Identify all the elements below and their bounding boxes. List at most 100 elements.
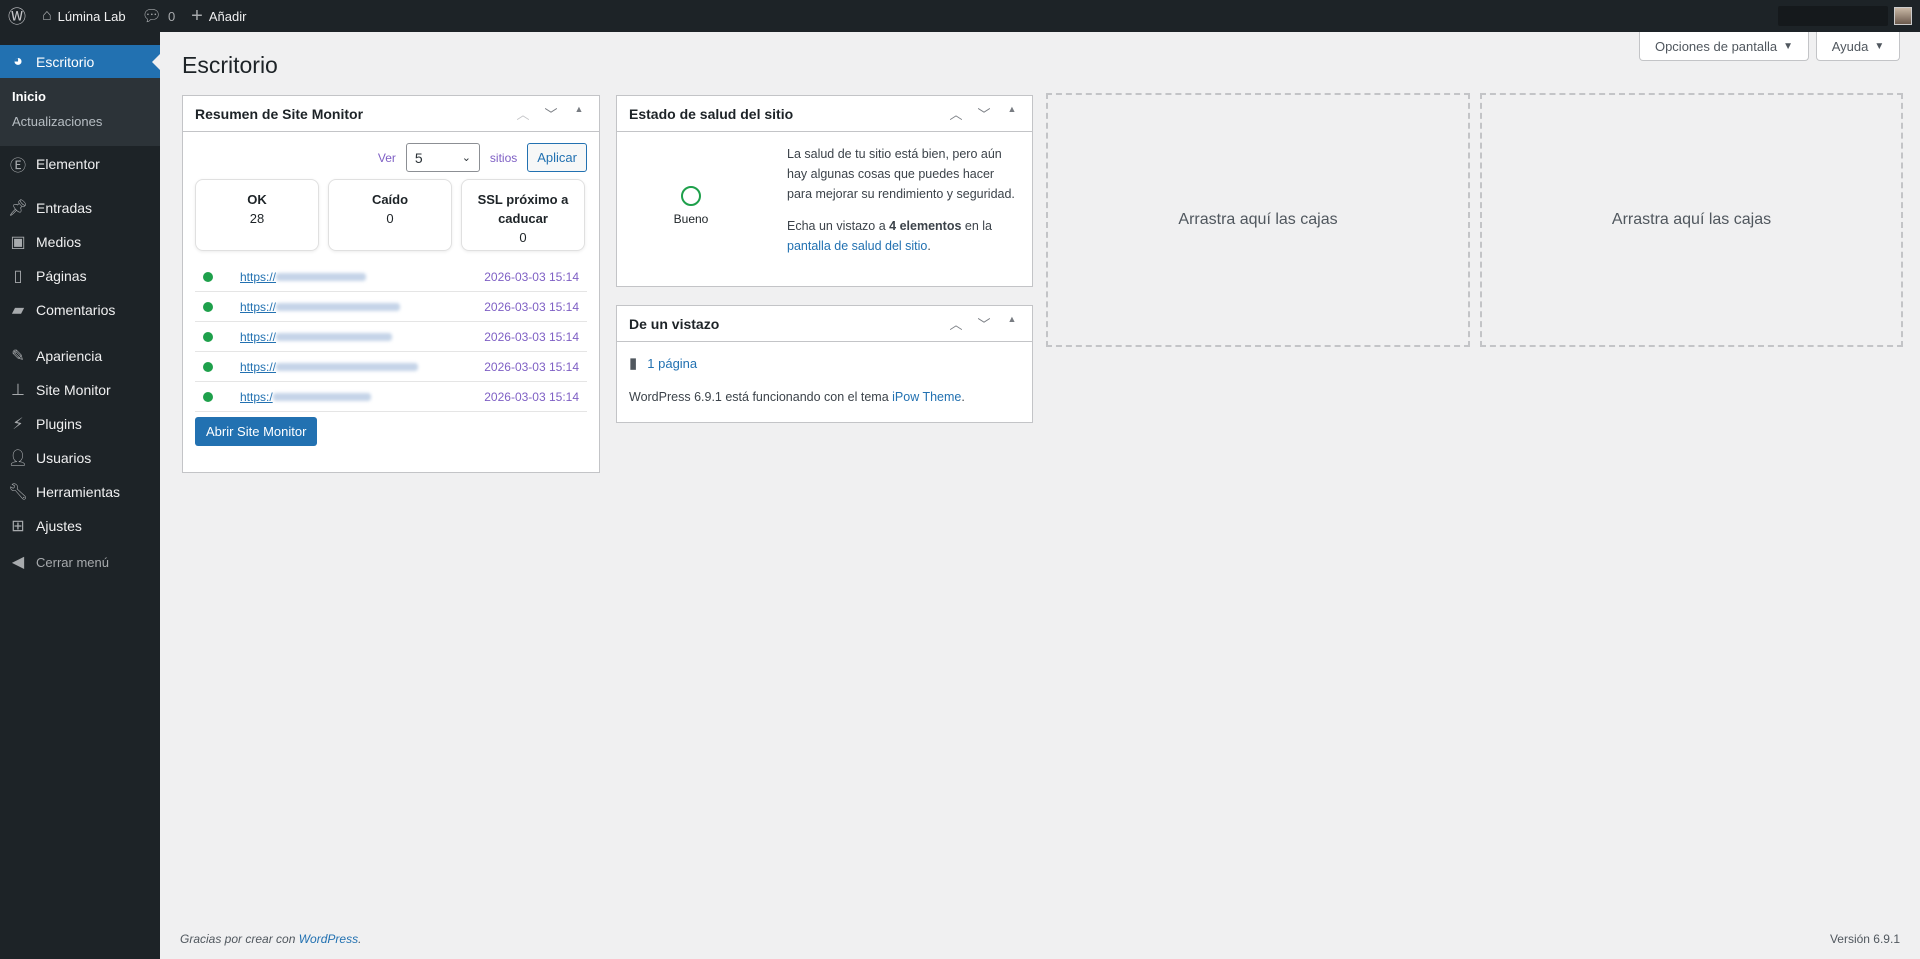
- add-new-label: Añadir: [208, 8, 247, 24]
- move-down-icon[interactable]: ﹀: [976, 314, 992, 333]
- stat-card-ok: OK 28: [195, 179, 319, 251]
- sidebar-item-label: Páginas: [36, 268, 87, 284]
- dashboard-icon: ◕: [13, 53, 23, 70]
- footer-text: Gracias por crear con: [180, 932, 299, 946]
- empty-drop-zone: Arrastra aquí las cajas: [1046, 93, 1470, 347]
- admin-bar: Ⓦ ⌂ Lúmina Lab 💬︎ 0 + Añadir: [0, 0, 1920, 32]
- last-check-time: 2026-03-03 15:14: [484, 329, 579, 344]
- submenu-actualizaciones[interactable]: Actualizaciones: [0, 109, 160, 134]
- site-url-link[interactable]: https://: [240, 330, 393, 344]
- elementor-icon: Ⓔ: [9, 158, 26, 175]
- sidebar-item-usuarios[interactable]: 👤︎ Usuarios: [0, 441, 160, 475]
- move-up-icon[interactable]: ︿: [948, 314, 964, 333]
- user-name[interactable]: [1778, 6, 1888, 26]
- sidebar-item-ajustes[interactable]: ⊞ Ajustes: [0, 509, 160, 543]
- caret-down-icon: ▼: [1874, 40, 1885, 52]
- move-up-icon[interactable]: ︿: [948, 104, 964, 123]
- caret-down-icon: ▼: [1783, 40, 1794, 52]
- comment-icon: ▰: [11, 302, 25, 319]
- toggle-panel-icon[interactable]: ▲: [1004, 314, 1020, 333]
- add-new-link[interactable]: + Añadir: [183, 0, 254, 32]
- site-url-link[interactable]: https://: [240, 360, 419, 374]
- pages-icon: ▯: [13, 268, 23, 285]
- help-button[interactable]: Ayuda ▼: [1816, 32, 1900, 61]
- site-url-link[interactable]: https:/: [240, 390, 371, 404]
- theme-link[interactable]: iPow Theme: [892, 390, 961, 404]
- wordpress-link[interactable]: WordPress: [299, 932, 358, 946]
- pages-icon: ▮: [629, 355, 638, 372]
- pin-icon: 📌︎: [7, 200, 29, 217]
- sites-label: sitios: [489, 150, 518, 165]
- user-icon: 👤︎: [7, 450, 29, 467]
- sites-count-select[interactable]: 5 ⌄: [405, 143, 480, 172]
- apply-button[interactable]: Aplicar: [527, 143, 587, 172]
- select-value: 5: [414, 149, 423, 166]
- move-up-icon[interactable]: ︿: [515, 104, 531, 123]
- brush-icon: ✎: [11, 348, 25, 365]
- sidebar-item-apariencia[interactable]: ✎ Apariencia: [0, 339, 160, 373]
- wordpress-logo-icon[interactable]: Ⓦ: [0, 0, 34, 32]
- table-row: https:// 2026-03-03 15:14: [195, 292, 587, 322]
- sidebar-item-escritorio[interactable]: ◕ Escritorio: [0, 45, 160, 79]
- table-row: https:// 2026-03-03 15:14: [195, 322, 587, 352]
- widget-title: Estado de salud del sitio: [629, 105, 794, 122]
- avatar[interactable]: [1894, 7, 1912, 25]
- site-url-link[interactable]: https://: [240, 300, 401, 314]
- toggle-panel-icon[interactable]: ▲: [571, 104, 587, 123]
- move-down-icon[interactable]: ﹀: [976, 104, 992, 123]
- wp-version-text: .: [961, 390, 965, 404]
- at-a-glance-widget: De un vistazo ︿ ﹀ ▲ ▮ 1 página WordPress 6.…: [616, 305, 1033, 423]
- sidebar-item-paginas[interactable]: ▯ Páginas: [0, 259, 160, 293]
- stat-value: 0: [386, 211, 394, 226]
- sidebar-item-medios[interactable]: ▣ Medios: [0, 225, 160, 259]
- sidebar-item-label: Entradas: [36, 200, 93, 216]
- collapse-menu-button[interactable]: ◀ Cerrar menú: [0, 545, 160, 579]
- health-item-count: 4 elementos: [889, 219, 962, 233]
- stat-card-down: Caído 0: [328, 179, 452, 251]
- health-status-label: Bueno: [673, 212, 709, 226]
- footer-thanks: Gracias por crear con WordPress.: [180, 932, 361, 946]
- screen-options-button[interactable]: Opciones de pantalla ▼: [1639, 32, 1809, 61]
- site-name-link[interactable]: ⌂ Lúmina Lab: [34, 0, 134, 32]
- drop-zone-label: Arrastra aquí las cajas: [1611, 211, 1772, 228]
- footer-version: Versión 6.9.1: [1829, 932, 1900, 946]
- sidebar-item-site-monitor[interactable]: ⊥ Site Monitor: [0, 373, 160, 407]
- page-title: Escritorio: [182, 52, 278, 78]
- sidebar-item-comentarios[interactable]: ▰ Comentarios: [0, 293, 160, 327]
- pages-count-link[interactable]: 1 página: [647, 356, 697, 371]
- sidebar-item-label: Medios: [36, 234, 82, 250]
- comments-count: 0: [167, 8, 176, 24]
- status-dot: [203, 391, 213, 402]
- open-site-monitor-button[interactable]: Abrir Site Monitor: [195, 417, 318, 446]
- site-health-link[interactable]: pantalla de salud del sitio: [787, 239, 927, 253]
- move-down-icon[interactable]: ﹀: [543, 104, 559, 123]
- drop-zone-label: Arrastra aquí las cajas: [1178, 211, 1338, 228]
- site-list: https:// 2026-03-03 15:14 https:// 2026-03…: [195, 262, 587, 412]
- sidebar-item-herramientas[interactable]: 🔧︎ Herramientas: [0, 475, 160, 509]
- sidebar-item-entradas[interactable]: 📌︎ Entradas: [0, 191, 160, 225]
- empty-drop-zone: Arrastra aquí las cajas: [1480, 93, 1903, 347]
- media-icon: ▣: [10, 234, 26, 251]
- health-status-circle-icon: [681, 186, 701, 206]
- stat-card-ssl: SSL próximo a caducar 0: [461, 179, 585, 251]
- widget-title: Resumen de Site Monitor: [195, 105, 364, 122]
- toggle-panel-icon[interactable]: ▲: [1004, 104, 1020, 123]
- comments-link[interactable]: 💬︎ 0: [134, 0, 184, 32]
- last-check-time: 2026-03-03 15:14: [484, 299, 579, 314]
- stat-value: 0: [519, 230, 527, 245]
- sidebar-item-plugins[interactable]: ⚡︎ Plugins: [0, 407, 160, 441]
- sidebar-item-label: Usuarios: [36, 450, 92, 466]
- sidebar-item-label: Ajustes: [36, 518, 82, 534]
- stat-label: Caído: [371, 192, 409, 207]
- comment-icon: 💬︎: [141, 8, 162, 25]
- wrench-icon: 🔧︎: [7, 484, 29, 501]
- submenu-inicio[interactable]: Inicio: [0, 84, 160, 109]
- footer-text: .: [358, 932, 362, 946]
- site-url-link[interactable]: https://: [240, 270, 367, 284]
- sidebar-item-elementor[interactable]: Ⓔ Elementor: [0, 147, 160, 181]
- table-row: https:// 2026-03-03 15:14: [195, 352, 587, 382]
- sidebar-item-label: Elementor: [36, 156, 100, 172]
- status-dot: [203, 331, 213, 342]
- home-icon: ⌂: [42, 7, 52, 24]
- sidebar-item-label: Escritorio: [36, 54, 95, 70]
